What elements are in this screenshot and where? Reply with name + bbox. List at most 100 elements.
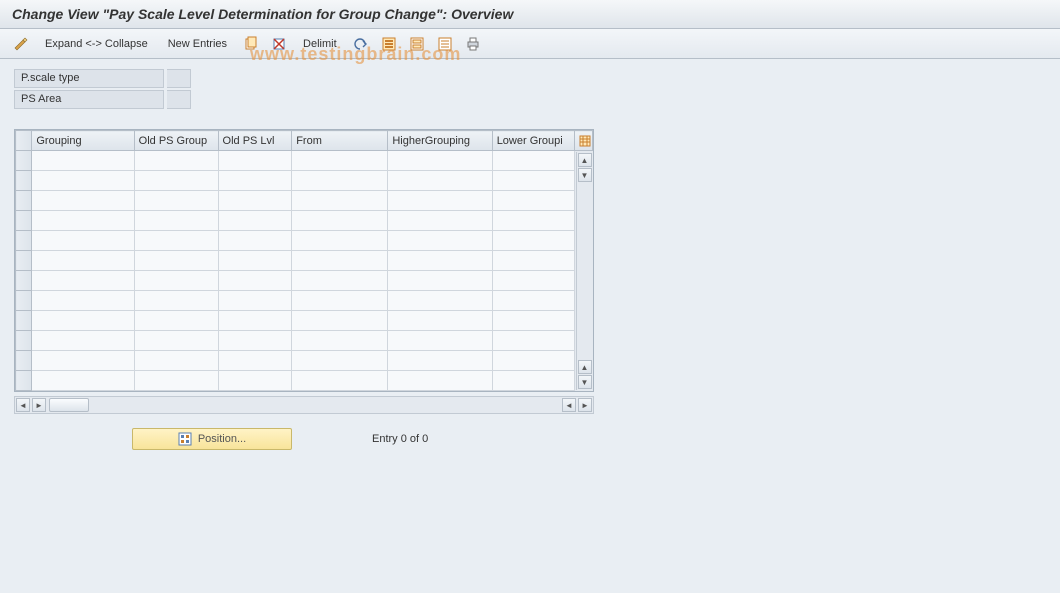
table-row[interactable] — [16, 151, 593, 171]
cell[interactable] — [492, 331, 574, 351]
scroll-down-icon[interactable]: ▼ — [578, 375, 592, 389]
table-row[interactable] — [16, 271, 593, 291]
row-selector[interactable] — [16, 371, 32, 391]
table-row[interactable] — [16, 251, 593, 271]
cell[interactable] — [292, 171, 388, 191]
cell[interactable] — [492, 191, 574, 211]
cell[interactable] — [134, 231, 218, 251]
cell[interactable] — [292, 191, 388, 211]
row-selector[interactable] — [16, 231, 32, 251]
cell[interactable] — [32, 371, 134, 391]
new-entries-button[interactable]: New Entries — [159, 34, 236, 54]
cell[interactable] — [218, 191, 292, 211]
scroll-left-icon[interactable]: ◄ — [16, 398, 30, 412]
scroll-right-icon[interactable]: ► — [578, 398, 592, 412]
table-config-icon[interactable] — [574, 131, 592, 151]
col-lower-grouping[interactable]: Lower Groupi — [492, 131, 574, 151]
cell[interactable] — [388, 291, 492, 311]
cell[interactable] — [292, 351, 388, 371]
col-selector[interactable] — [16, 131, 32, 151]
cell[interactable] — [218, 171, 292, 191]
table-row[interactable] — [16, 231, 593, 251]
row-selector[interactable] — [16, 171, 32, 191]
cell[interactable] — [32, 291, 134, 311]
cell[interactable] — [218, 151, 292, 171]
cell[interactable] — [134, 251, 218, 271]
row-selector[interactable] — [16, 151, 32, 171]
cell[interactable] — [32, 351, 134, 371]
cell[interactable] — [32, 211, 134, 231]
row-selector[interactable] — [16, 191, 32, 211]
cell[interactable] — [134, 291, 218, 311]
copy-icon[interactable] — [238, 34, 264, 54]
cell[interactable] — [134, 151, 218, 171]
cell[interactable] — [492, 351, 574, 371]
undo-icon[interactable] — [348, 34, 374, 54]
cell[interactable] — [32, 271, 134, 291]
cell[interactable] — [388, 251, 492, 271]
h-scrollbar[interactable]: ◄ ► ◄ ► — [14, 396, 594, 414]
delete-icon[interactable] — [266, 34, 292, 54]
scroll-up2-icon[interactable]: ▼ — [578, 168, 592, 182]
cell[interactable] — [32, 151, 134, 171]
cell[interactable] — [292, 211, 388, 231]
cell[interactable] — [388, 271, 492, 291]
cell[interactable] — [134, 271, 218, 291]
print-icon[interactable] — [460, 34, 486, 54]
cell[interactable] — [134, 371, 218, 391]
scroll-up-icon[interactable]: ▲ — [578, 153, 592, 167]
cell[interactable] — [292, 371, 388, 391]
expand-collapse-button[interactable]: Expand <-> Collapse — [36, 34, 157, 54]
cell[interactable] — [32, 171, 134, 191]
cell[interactable] — [388, 211, 492, 231]
col-higher-grouping[interactable]: HigherGrouping — [388, 131, 492, 151]
cell[interactable] — [388, 371, 492, 391]
table-row[interactable] — [16, 371, 593, 391]
cell[interactable] — [388, 311, 492, 331]
cell[interactable] — [388, 231, 492, 251]
cell[interactable] — [492, 291, 574, 311]
cell[interactable] — [218, 231, 292, 251]
h-scroll-track[interactable] — [49, 398, 559, 412]
cell[interactable] — [218, 331, 292, 351]
cell[interactable] — [134, 191, 218, 211]
row-selector[interactable] — [16, 251, 32, 271]
v-scrollbar[interactable]: ▲ ▼ ▲ ▼ — [576, 152, 592, 390]
row-selector[interactable] — [16, 311, 32, 331]
scroll-right2-icon[interactable]: ◄ — [562, 398, 576, 412]
cell[interactable] — [218, 311, 292, 331]
row-selector[interactable] — [16, 291, 32, 311]
scroll-right-step-icon[interactable]: ► — [32, 398, 46, 412]
cell[interactable] — [134, 311, 218, 331]
cell[interactable] — [492, 211, 574, 231]
select-all-icon[interactable] — [376, 34, 402, 54]
pscale-type-input[interactable] — [167, 69, 191, 88]
select-block-icon[interactable] — [404, 34, 430, 54]
delimit-button[interactable]: Delimit — [294, 34, 346, 54]
cell[interactable] — [32, 331, 134, 351]
cell[interactable] — [218, 371, 292, 391]
row-selector[interactable] — [16, 331, 32, 351]
cell[interactable] — [218, 251, 292, 271]
cell[interactable] — [292, 231, 388, 251]
cell[interactable] — [32, 191, 134, 211]
table-row[interactable] — [16, 211, 593, 231]
cell[interactable] — [492, 271, 574, 291]
table-row[interactable] — [16, 171, 593, 191]
cell[interactable] — [32, 231, 134, 251]
row-selector[interactable] — [16, 351, 32, 371]
col-old-ps-lvl[interactable]: Old PS Lvl — [218, 131, 292, 151]
cell[interactable] — [134, 331, 218, 351]
cell[interactable] — [492, 371, 574, 391]
cell[interactable] — [388, 151, 492, 171]
position-button[interactable]: Position... — [132, 428, 292, 450]
h-scroll-thumb[interactable] — [49, 398, 89, 412]
cell[interactable] — [492, 171, 574, 191]
change-display-icon[interactable] — [8, 34, 34, 54]
ps-area-input[interactable] — [167, 90, 191, 109]
cell[interactable] — [292, 151, 388, 171]
cell[interactable] — [32, 251, 134, 271]
cell[interactable] — [388, 191, 492, 211]
cell[interactable] — [134, 171, 218, 191]
cell[interactable] — [292, 291, 388, 311]
